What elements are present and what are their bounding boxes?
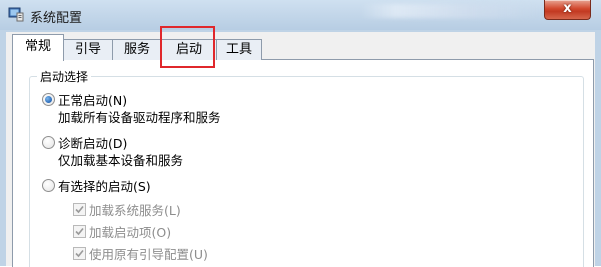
close-icon: x <box>563 1 572 16</box>
diagnostic-startup-radio[interactable] <box>42 136 55 149</box>
blurred-region <box>360 4 540 18</box>
startup-tab-highlight-box <box>160 26 215 68</box>
group-title: 启动选择 <box>37 68 92 85</box>
use-original-boot-config-checkbox[interactable] <box>73 247 86 260</box>
checkmark-icon <box>75 227 84 236</box>
load-system-services-label: 加载系统服务(L) <box>89 203 181 218</box>
window-title: 系统配置 <box>30 11 83 26</box>
checkmark-icon <box>75 205 84 214</box>
normal-startup-radio[interactable] <box>42 93 55 106</box>
title-bar[interactable]: 系统配置 x <box>0 0 601 30</box>
tab-services[interactable]: 服务 <box>112 39 162 60</box>
tab-boot[interactable]: 引导 <box>63 39 113 60</box>
normal-startup-description: 加载所有设备驱动程序和服务 <box>58 110 221 125</box>
radio-selected-dot <box>45 96 52 103</box>
use-original-boot-config-label: 使用原有引导配置(U) <box>89 247 208 262</box>
tab-label: 服务 <box>123 42 150 57</box>
tab-label: 工具 <box>225 42 252 57</box>
tab-general[interactable]: 常规 <box>12 34 64 61</box>
load-startup-items-label: 加载启动项(O) <box>89 225 172 240</box>
close-button[interactable]: x <box>544 0 591 20</box>
checkmark-icon <box>75 249 84 258</box>
system-configuration-window: 系统配置 x 常规 引导 服务 启动 工具 启动选择 正常启动(N) 加载所有设… <box>0 0 601 267</box>
load-system-services-checkbox[interactable] <box>73 203 86 216</box>
tab-label: 常规 <box>24 39 51 54</box>
tab-label: 引导 <box>74 42 101 57</box>
load-startup-items-checkbox[interactable] <box>73 225 86 238</box>
msconfig-app-icon <box>8 7 24 22</box>
diagnostic-startup-description: 仅加载基本设备和服务 <box>58 153 184 168</box>
tab-tools[interactable]: 工具 <box>216 39 262 60</box>
selective-startup-label[interactable]: 有选择的启动(S) <box>58 176 151 195</box>
selective-startup-radio[interactable] <box>42 179 55 192</box>
